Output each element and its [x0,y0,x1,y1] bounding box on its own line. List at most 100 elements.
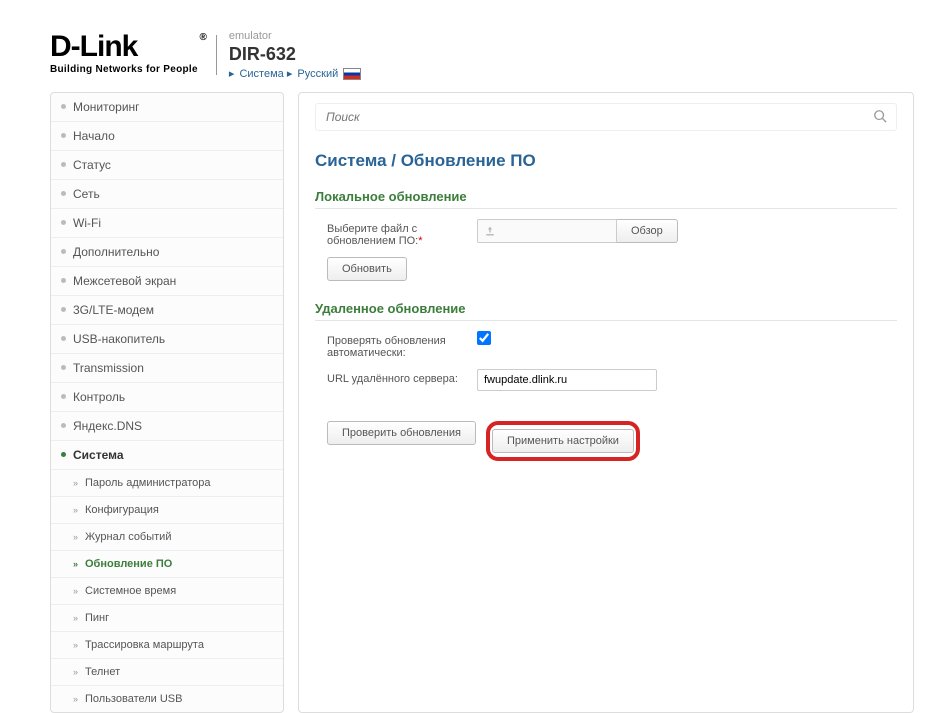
flag-ru-icon[interactable] [343,68,361,80]
upload-icon [484,225,496,237]
sub-arrow-icon: » [73,640,78,650]
sub-arrow-icon: » [73,667,78,677]
bullet-icon [61,104,66,109]
sidebar-item-label: Transmission [73,361,144,375]
sidebar-sub-traceroute[interactable]: »Трассировка маршрута [51,632,283,659]
bullet-icon [61,423,66,428]
sidebar-item-label: Межсетевой экран [73,274,176,288]
sidebar-item-status[interactable]: Статус [51,151,283,180]
sidebar-sub-firmware-update[interactable]: » Обновление ПО [51,551,283,578]
sidebar-sub-event-log[interactable]: » Журнал событий [51,524,283,551]
url-label: URL удалённого сервера: [327,369,477,385]
sidebar: Мониторинг Начало Статус Сеть Wi-Fi Допо… [50,92,284,713]
sidebar-item-firewall[interactable]: Межсетевой экран [51,267,283,296]
sidebar-item-label: Телнет [85,666,120,678]
sidebar-item-label: Журнал событий [85,531,171,543]
sidebar-item-system[interactable]: Система [51,441,283,470]
header: D-Link® Building Networks for People emu… [0,0,950,80]
bullet-icon [61,191,66,196]
sidebar-item-label: Конфигурация [85,504,159,516]
breadcrumb-system[interactable]: Система [239,68,283,80]
sidebar-sub-admin-password[interactable]: » Пароль администратора [51,470,283,497]
main-panel: Система / Обновление ПО Локальное обновл… [298,92,914,713]
breadcrumb: ▸ Система ▸ Русский [229,67,361,80]
bullet-icon [61,336,66,341]
sidebar-item-label: Система [73,448,124,462]
sidebar-sub-configuration[interactable]: » Конфигурация [51,497,283,524]
sidebar-item-label: Обновление ПО [85,558,172,570]
bullet-icon [61,133,66,138]
emulator-label: emulator [229,30,361,42]
sidebar-item-label: Статус [73,158,111,172]
sub-arrow-icon: » [73,478,78,488]
sidebar-item-label: Яндекс.DNS [73,419,142,433]
search-icon[interactable] [873,109,887,126]
sub-arrow-icon: » [73,559,78,569]
sidebar-item-transmission[interactable]: Transmission [51,354,283,383]
bullet-icon [61,452,66,457]
header-separator [216,35,217,75]
sidebar-item-control[interactable]: Контроль [51,383,283,412]
search-input[interactable] [315,103,897,131]
search-wrap [315,103,897,131]
sub-arrow-icon: » [73,532,78,542]
update-button[interactable]: Обновить [327,257,407,281]
bullet-icon [61,249,66,254]
chevron-right-icon: ▸ [287,68,293,80]
sidebar-item-label: USB-накопитель [73,332,165,346]
breadcrumb-language[interactable]: Русский [297,68,338,80]
bullet-icon [61,278,66,283]
logo: D-Link® Building Networks for People [50,30,198,75]
bullet-icon [61,162,66,167]
auto-check-label: Проверять обновления автоматически: [327,331,477,359]
bullet-icon [61,365,66,370]
sidebar-item-label: Пароль администратора [85,477,211,489]
apply-highlight: Применить настройки [486,421,640,461]
section-remote-update: Удаленное обновление [315,301,897,321]
remote-url-input[interactable] [477,369,657,391]
sub-arrow-icon: » [73,694,78,704]
sidebar-item-3g-lte[interactable]: 3G/LTE-модем [51,296,283,325]
bullet-icon [61,394,66,399]
check-updates-button[interactable]: Проверить обновления [327,421,476,445]
browse-button[interactable]: Обзор [617,219,678,243]
logo-brand: D-Link® [50,30,198,64]
sub-arrow-icon: » [73,505,78,515]
auto-check-checkbox[interactable] [477,331,491,345]
file-label: Выберите файл с обновлением ПО:* [327,219,477,247]
sidebar-item-advanced[interactable]: Дополнительно [51,238,283,267]
sidebar-item-yandex-dns[interactable]: Яндекс.DNS [51,412,283,441]
sidebar-item-usb-storage[interactable]: USB-накопитель [51,325,283,354]
sidebar-item-label: Начало [73,129,115,143]
header-device: emulator DIR-632 ▸ Система ▸ Русский [229,30,361,80]
sidebar-item-label: 3G/LTE-модем [73,303,154,317]
sidebar-item-label: Контроль [73,390,125,404]
sub-arrow-icon: » [73,586,78,596]
sidebar-item-label: Пользователи USB [85,693,182,705]
sidebar-item-network[interactable]: Сеть [51,180,283,209]
sidebar-item-label: Пинг [85,612,109,624]
file-display[interactable] [477,219,617,243]
apply-settings-button[interactable]: Применить настройки [492,429,634,453]
sidebar-item-monitoring[interactable]: Мониторинг [51,93,283,122]
logo-tagline: Building Networks for People [50,64,198,75]
chevron-right-icon: ▸ [229,68,235,80]
sidebar-item-label: Системное время [85,585,176,597]
sidebar-sub-usb-users[interactable]: » Пользователи USB [51,686,283,712]
sidebar-sub-ping[interactable]: » Пинг [51,605,283,632]
sidebar-item-label: Wi-Fi [73,216,101,230]
sub-arrow-icon: » [73,613,78,623]
sidebar-sub-telnet[interactable]: » Телнет [51,659,283,686]
sidebar-item-label: Дополнительно [73,245,159,259]
sidebar-item-start[interactable]: Начало [51,122,283,151]
sidebar-item-label: Сеть [73,187,100,201]
action-row: Проверить обновления Применить настройки [315,421,897,461]
section-local-update: Локальное обновление [315,189,897,209]
sidebar-item-label: Мониторинг [73,100,140,114]
file-picker: Обзор [477,219,897,243]
device-name: DIR-632 [229,44,361,65]
bullet-icon [61,307,66,312]
sidebar-sub-system-time[interactable]: » Системное время [51,578,283,605]
sidebar-item-wifi[interactable]: Wi-Fi [51,209,283,238]
bullet-icon [61,220,66,225]
